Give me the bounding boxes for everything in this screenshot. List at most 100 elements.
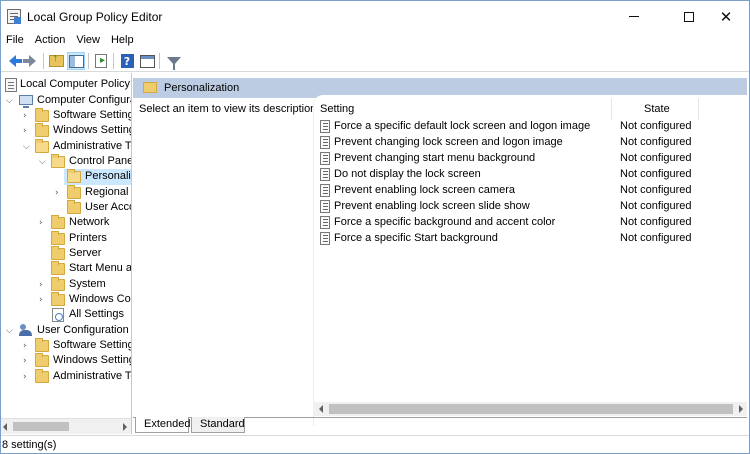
tree-item-network[interactable]: › Network	[1, 215, 131, 231]
scrollbar-thumb[interactable]	[13, 422, 69, 431]
list-item[interactable]: Prevent changing lock screen and logon i…	[320, 135, 740, 151]
tree-horizontal-scrollbar[interactable]	[1, 418, 131, 434]
settings-count: 8 setting(s)	[2, 439, 57, 451]
policy-setting-icon	[320, 184, 330, 197]
properties-button[interactable]	[138, 52, 156, 70]
chevron-right-icon[interactable]: ›	[23, 340, 32, 352]
show-hide-pane-icon	[68, 54, 84, 68]
tree-item-user-software-settings[interactable]: › Software Settings	[1, 338, 131, 354]
policy-setting-icon	[320, 152, 330, 165]
folder-icon	[143, 82, 157, 93]
list-item[interactable]: Prevent enabling lock screen camera Not …	[320, 183, 740, 199]
menu-file[interactable]: File	[1, 32, 30, 50]
list-item[interactable]: Force a specific background and accent c…	[320, 215, 740, 231]
list-item[interactable]: Do not display the lock screen Not confi…	[320, 167, 740, 183]
tree-pane: Local Computer Policy ⌵ Computer Configu…	[1, 73, 132, 434]
tree-item-regional-language[interactable]: › Regional a	[1, 185, 131, 201]
filter-icon	[167, 57, 181, 70]
chevron-right-icon[interactable]: ›	[23, 110, 32, 122]
list-item[interactable]: Force a specific default lock screen and…	[320, 119, 740, 135]
column-header-state[interactable]: State	[644, 103, 670, 115]
toolbar-separator	[43, 53, 44, 69]
list-item[interactable]: Prevent changing start menu background N…	[320, 151, 740, 167]
folder-icon	[35, 123, 49, 137]
up-one-level-button[interactable]	[47, 52, 65, 70]
policy-setting-icon	[320, 232, 330, 245]
chevron-right-icon[interactable]: ›	[23, 355, 32, 367]
users-icon	[19, 324, 33, 337]
column-header-setting[interactable]: Setting	[320, 103, 354, 115]
toolbar-separator	[113, 53, 114, 69]
menu-help[interactable]: Help	[106, 32, 140, 50]
title-bar: Local Group Policy Editor ✕	[1, 1, 749, 32]
folder-icon	[35, 369, 49, 383]
scroll-right-icon[interactable]	[123, 423, 127, 431]
tree-item-user-accounts[interactable]: User Acco	[1, 200, 131, 216]
chevron-right-icon[interactable]: ›	[39, 279, 48, 291]
minimize-icon	[629, 16, 639, 17]
status-bar: 8 setting(s)	[1, 435, 749, 453]
scroll-left-icon[interactable]	[3, 423, 7, 431]
chevron-down-icon[interactable]: ⌵	[39, 156, 48, 168]
policy-setting-icon	[320, 168, 330, 181]
chevron-down-icon[interactable]: ⌵	[6, 325, 15, 337]
window-title: Local Group Policy Editor	[27, 10, 163, 24]
tree-item-user-configuration[interactable]: ⌵ User Configuration	[1, 323, 131, 339]
up-folder-icon	[48, 52, 64, 67]
tree-item-personalization[interactable]: Personaliz	[64, 169, 131, 185]
tree-item-system[interactable]: › System	[1, 277, 131, 293]
tree-item-computer-configuration[interactable]: ⌵ Computer Configura	[1, 93, 131, 109]
scroll-right-icon[interactable]	[739, 405, 743, 413]
chevron-down-icon[interactable]: ⌵	[23, 141, 32, 153]
app-icon	[7, 9, 21, 24]
tab-extended[interactable]: Extended	[135, 417, 190, 433]
forward-button[interactable]	[22, 52, 41, 70]
help-button[interactable]: ?	[118, 52, 136, 70]
tree-item-software-settings[interactable]: › Software Settings	[1, 108, 131, 124]
tab-standard[interactable]: Standard	[191, 417, 245, 433]
list-item[interactable]: Force a specific Start background Not co…	[320, 231, 740, 247]
details-title: Personalization	[164, 82, 240, 94]
chevron-right-icon[interactable]: ›	[55, 187, 64, 199]
menu-bar: File Action View Help	[1, 32, 749, 50]
settings-icon	[52, 308, 64, 322]
help-icon: ?	[120, 54, 134, 68]
tree-item-server[interactable]: Server	[1, 246, 131, 262]
close-button[interactable]: ✕	[703, 1, 749, 32]
tree-item-administrative-templates[interactable]: ⌵ Administrative Te	[1, 139, 131, 155]
menu-action[interactable]: Action	[30, 32, 72, 50]
tree-item-user-administrative-templates[interactable]: › Administrative Te	[1, 369, 131, 385]
policy-setting-icon	[320, 216, 330, 229]
list-horizontal-scrollbar[interactable]	[313, 402, 747, 416]
column-divider[interactable]	[698, 98, 699, 120]
list-item[interactable]: Prevent enabling lock screen slide show …	[320, 199, 740, 215]
tree-item-windows-settings[interactable]: › Windows Setting	[1, 123, 131, 139]
minimize-button[interactable]	[611, 1, 657, 32]
computer-icon	[19, 95, 33, 108]
menu-view[interactable]: View	[71, 32, 106, 50]
scrollbar-thumb[interactable]	[329, 404, 733, 414]
tree-item-user-windows-settings[interactable]: › Windows Setting	[1, 353, 131, 369]
back-button[interactable]	[3, 52, 22, 70]
export-list-button[interactable]	[92, 52, 110, 70]
export-list-icon	[95, 54, 107, 68]
tree-item-control-panel[interactable]: ⌵ Control Panel	[1, 154, 131, 170]
tree-item-start-menu-taskbar[interactable]: Start Menu ar	[1, 261, 131, 277]
show-hide-tree-button[interactable]	[67, 52, 85, 70]
chevron-down-icon[interactable]: ⌵	[6, 95, 15, 107]
filter-button[interactable]	[165, 52, 183, 70]
folder-icon	[51, 261, 65, 275]
column-divider[interactable]	[611, 98, 612, 120]
tree-item-windows-components[interactable]: › Windows Cor	[1, 292, 131, 308]
folder-icon	[51, 292, 65, 306]
folder-icon	[51, 215, 65, 229]
tree-item-printers[interactable]: Printers	[1, 231, 131, 247]
chevron-right-icon[interactable]: ›	[39, 294, 48, 306]
tree-item-local-computer-policy[interactable]: Local Computer Policy	[1, 77, 131, 93]
chevron-right-icon[interactable]: ›	[23, 125, 32, 137]
chevron-right-icon[interactable]: ›	[23, 371, 32, 383]
scroll-left-icon[interactable]	[319, 405, 323, 413]
tree-item-all-settings[interactable]: All Settings	[1, 307, 131, 323]
chevron-right-icon[interactable]: ›	[39, 217, 48, 229]
close-icon: ✕	[719, 8, 733, 26]
